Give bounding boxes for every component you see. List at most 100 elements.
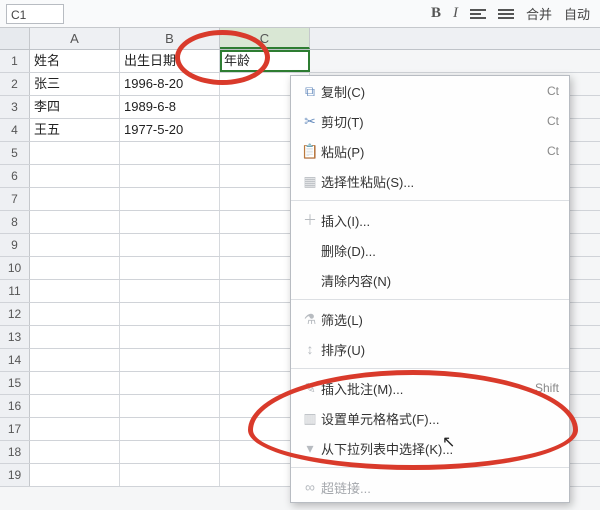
cell-A19[interactable] — [30, 464, 120, 486]
menu-copy[interactable]: ⧉ 复制(C) Ct — [291, 76, 569, 106]
column-headers: A B C — [0, 28, 600, 50]
row-header[interactable]: 17 — [0, 418, 30, 440]
cell-B17[interactable] — [120, 418, 220, 440]
cell-B9[interactable] — [120, 234, 220, 256]
merge-button[interactable]: 合并 — [526, 4, 552, 23]
row-header[interactable]: 19 — [0, 464, 30, 486]
cell-A3[interactable]: 李四 — [30, 96, 120, 118]
row-header[interactable]: 8 — [0, 211, 30, 233]
row-header[interactable]: 2 — [0, 73, 30, 95]
cell-B4[interactable]: 1977-5-20 — [120, 119, 220, 141]
copy-icon: ⧉ — [299, 83, 321, 100]
cell-A1[interactable]: 姓名 — [30, 50, 120, 72]
menu-separator — [291, 368, 569, 369]
row-header[interactable]: 7 — [0, 188, 30, 210]
align-icon-2[interactable] — [498, 7, 514, 21]
col-header-B[interactable]: B — [120, 28, 220, 49]
row-header[interactable]: 13 — [0, 326, 30, 348]
menu-separator — [291, 467, 569, 468]
cell-A4[interactable]: 王五 — [30, 119, 120, 141]
italic-button[interactable]: I — [453, 5, 458, 22]
cell-B10[interactable] — [120, 257, 220, 279]
cell-B14[interactable] — [120, 349, 220, 371]
paste-special-icon: ▦ — [299, 173, 321, 190]
sort-icon: ↕ — [299, 341, 321, 357]
menu-separator — [291, 299, 569, 300]
name-box[interactable]: C1 — [6, 4, 64, 24]
hyperlink-icon: ∞ — [299, 479, 321, 495]
row-header[interactable]: 4 — [0, 119, 30, 141]
menu-format-cells[interactable]: ▥ 设置单元格格式(F)... — [291, 403, 569, 433]
cell-B19[interactable] — [120, 464, 220, 486]
cell-B15[interactable] — [120, 372, 220, 394]
cell-A14[interactable] — [30, 349, 120, 371]
cell-A8[interactable] — [30, 211, 120, 233]
menu-delete[interactable]: 删除(D)... — [291, 235, 569, 265]
menu-insert-note[interactable]: ✎ 插入批注(M)... Shift — [291, 373, 569, 403]
menu-cut[interactable]: ✂ 剪切(T) Ct — [291, 106, 569, 136]
cell-A17[interactable] — [30, 418, 120, 440]
grid-row: 1姓名出生日期年龄 — [0, 50, 600, 73]
auto-button[interactable]: 自动 — [564, 4, 590, 23]
cell-A13[interactable] — [30, 326, 120, 348]
row-header[interactable]: 18 — [0, 441, 30, 463]
paste-icon: 📋 — [299, 143, 321, 160]
row-header[interactable]: 16 — [0, 395, 30, 417]
row-header[interactable]: 10 — [0, 257, 30, 279]
cell-B16[interactable] — [120, 395, 220, 417]
col-header-A[interactable]: A — [30, 28, 120, 49]
row-header[interactable]: 3 — [0, 96, 30, 118]
select-all-corner[interactable] — [0, 28, 30, 49]
row-header[interactable]: 11 — [0, 280, 30, 302]
cell-B13[interactable] — [120, 326, 220, 348]
cut-icon: ✂ — [299, 113, 321, 130]
row-header[interactable]: 12 — [0, 303, 30, 325]
cell-B7[interactable] — [120, 188, 220, 210]
row-header[interactable]: 15 — [0, 372, 30, 394]
cell-B6[interactable] — [120, 165, 220, 187]
cell-B18[interactable] — [120, 441, 220, 463]
cell-A7[interactable] — [30, 188, 120, 210]
filter-icon: ⚗ — [299, 311, 321, 328]
row-header[interactable]: 1 — [0, 50, 30, 72]
menu-insert[interactable]: ＋ 插入(I)... — [291, 205, 569, 235]
row-header[interactable]: 9 — [0, 234, 30, 256]
cell-B1[interactable]: 出生日期 — [120, 50, 220, 72]
align-icon[interactable] — [470, 7, 486, 21]
note-icon: ✎ — [299, 380, 321, 397]
cell-B3[interactable]: 1989-6-8 — [120, 96, 220, 118]
cell-B2[interactable]: 1996-8-20 — [120, 73, 220, 95]
format-cells-icon: ▥ — [299, 410, 321, 427]
cell-A12[interactable] — [30, 303, 120, 325]
cell-A9[interactable] — [30, 234, 120, 256]
cell-A11[interactable] — [30, 280, 120, 302]
menu-paste-special[interactable]: ▦ 选择性粘贴(S)... — [291, 166, 569, 196]
cell-A15[interactable] — [30, 372, 120, 394]
cell-B11[interactable] — [120, 280, 220, 302]
cell-A6[interactable] — [30, 165, 120, 187]
insert-icon: ＋ — [299, 210, 321, 230]
row-header[interactable]: 6 — [0, 165, 30, 187]
menu-pick-from-list[interactable]: ▾ 从下拉列表中选择(K)... — [291, 433, 569, 463]
col-header-C[interactable]: C — [220, 28, 310, 49]
row-header[interactable]: 14 — [0, 349, 30, 371]
cell-A2[interactable]: 张三 — [30, 73, 120, 95]
menu-clear[interactable]: 清除内容(N) — [291, 265, 569, 295]
dropdown-icon: ▾ — [299, 440, 321, 457]
cell-B8[interactable] — [120, 211, 220, 233]
bold-button[interactable]: B — [431, 5, 441, 22]
cell-A16[interactable] — [30, 395, 120, 417]
toolbar: C1 B I 合并 自动 — [0, 0, 600, 28]
cell-A10[interactable] — [30, 257, 120, 279]
menu-hyperlink[interactable]: ∞ 超链接... — [291, 472, 569, 502]
row-header[interactable]: 5 — [0, 142, 30, 164]
cell-C1[interactable]: 年龄 — [220, 50, 310, 72]
context-menu: ⧉ 复制(C) Ct ✂ 剪切(T) Ct 📋 粘贴(P) Ct ▦ 选择性粘贴… — [290, 75, 570, 503]
cell-B5[interactable] — [120, 142, 220, 164]
menu-paste[interactable]: 📋 粘贴(P) Ct — [291, 136, 569, 166]
cell-B12[interactable] — [120, 303, 220, 325]
cell-A18[interactable] — [30, 441, 120, 463]
menu-sort[interactable]: ↕ 排序(U) — [291, 334, 569, 364]
menu-filter[interactable]: ⚗ 筛选(L) — [291, 304, 569, 334]
cell-A5[interactable] — [30, 142, 120, 164]
